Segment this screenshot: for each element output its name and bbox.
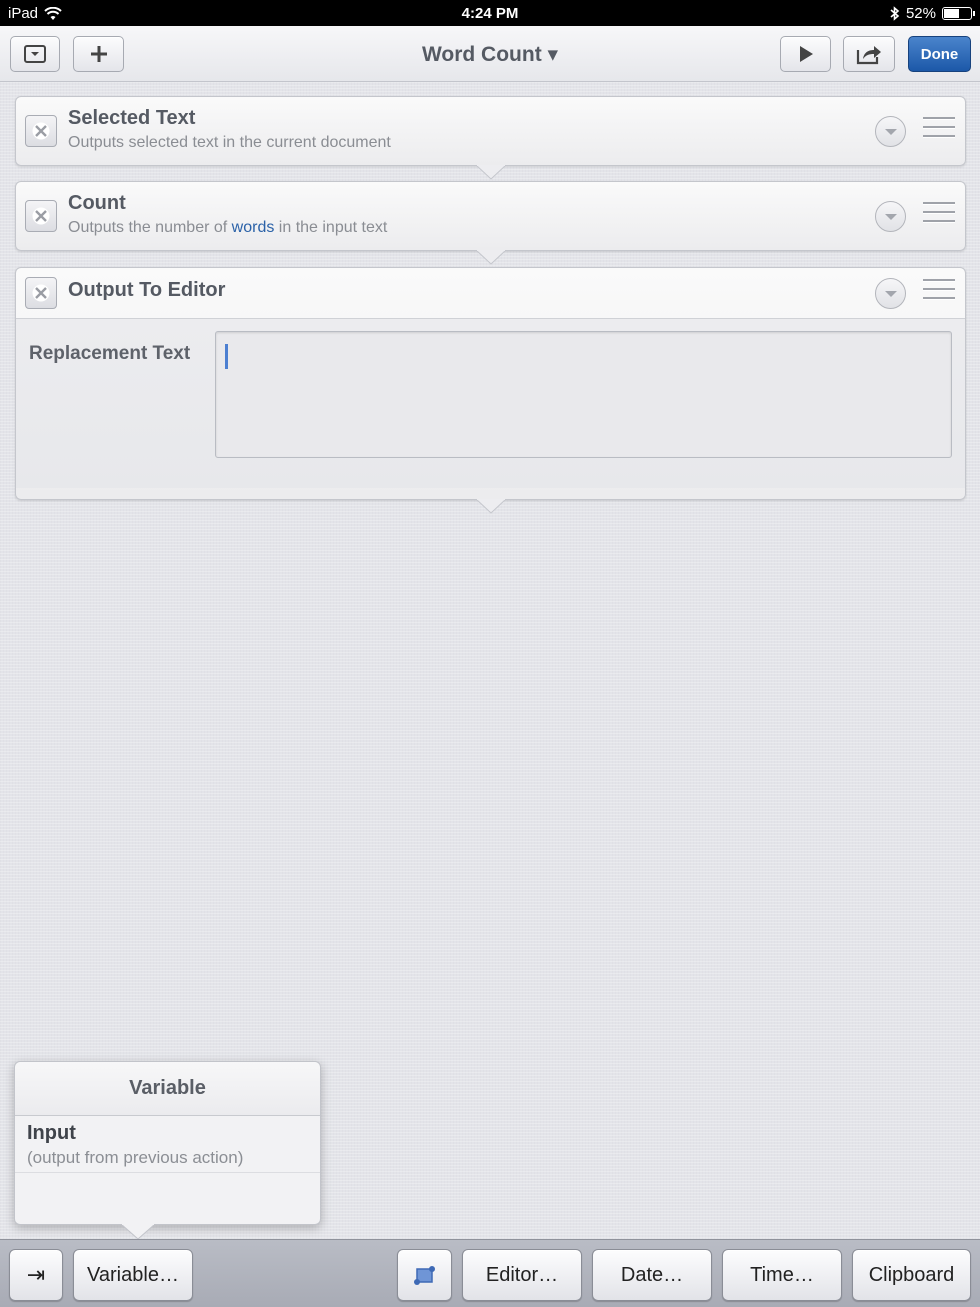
action-title: Selected Text (68, 107, 196, 129)
reorder-handle[interactable] (923, 117, 955, 145)
chevron-down-icon (884, 128, 897, 135)
remove-action-button[interactable] (25, 277, 57, 309)
close-icon (32, 284, 50, 302)
reorder-handle[interactable] (923, 202, 955, 230)
status-bar: iPad 4:24 PM 52% (0, 0, 980, 26)
action-output-to-editor[interactable]: Output To Editor Replacement Text (15, 267, 966, 500)
action-count[interactable]: Count Outputs the number of words in the… (15, 181, 966, 251)
battery-percent: 52% (905, 5, 936, 22)
selection-handles-icon (413, 1266, 435, 1285)
variable-description: (output from previous action) (27, 1148, 244, 1167)
close-icon (32, 122, 50, 140)
time-button[interactable]: Time… (722, 1249, 842, 1301)
action-parameters: Replacement Text (16, 318, 965, 488)
text-caret (225, 344, 228, 369)
share-button[interactable] (843, 36, 895, 72)
expand-action-button[interactable] (875, 201, 906, 232)
replacement-text-label: Replacement Text (29, 343, 191, 364)
top-toolbar: Word Count ▾ Done (0, 26, 980, 82)
variable-name: Input (27, 1122, 76, 1144)
action-title: Output To Editor (68, 279, 226, 301)
status-time: 4:24 PM (461, 5, 519, 22)
variable-popover: Variable Input (output from previous act… (14, 1061, 321, 1240)
chevron-down-icon (884, 213, 897, 220)
variable-item-input[interactable]: Input (output from previous action) (15, 1116, 320, 1173)
flow-connector-icon (476, 499, 506, 514)
done-button[interactable]: Done (908, 36, 971, 72)
action-description: Outputs the number of words in the input… (68, 219, 388, 236)
flow-connector-icon (476, 165, 506, 180)
run-button[interactable] (780, 36, 831, 72)
remove-action-button[interactable] (25, 200, 57, 232)
popover-arrow-icon (121, 1224, 155, 1240)
flow-connector-icon (476, 250, 506, 265)
remove-action-button[interactable] (25, 115, 57, 147)
keyboard-accessory-bar: ⇥ Variable… Editor… Date… Time… Clipboar… (0, 1239, 980, 1307)
replacement-text-field[interactable] (215, 331, 952, 458)
close-icon (32, 207, 50, 225)
action-title: Count (68, 192, 126, 214)
play-icon (799, 46, 813, 62)
bluetooth-icon (890, 6, 900, 21)
count-unit-link[interactable]: words (232, 219, 275, 236)
share-icon (856, 46, 881, 65)
action-selected-text[interactable]: Selected Text Outputs selected text in t… (15, 96, 966, 166)
tab-button[interactable]: ⇥ (9, 1249, 63, 1301)
expand-action-button[interactable] (875, 278, 906, 309)
chevron-down-icon (884, 290, 897, 297)
date-button[interactable]: Date… (592, 1249, 712, 1301)
action-description: Outputs selected text in the current doc… (68, 134, 391, 151)
workflow-title[interactable]: Word Count ▾ (0, 42, 980, 67)
selection-button[interactable] (397, 1249, 452, 1301)
variable-button[interactable]: Variable… (73, 1249, 193, 1301)
popover-title: Variable (15, 1062, 320, 1116)
reorder-handle[interactable] (923, 279, 955, 307)
expand-action-button[interactable] (875, 116, 906, 147)
clipboard-button[interactable]: Clipboard (852, 1249, 971, 1301)
battery-icon (942, 7, 975, 20)
editor-button[interactable]: Editor… (462, 1249, 582, 1301)
